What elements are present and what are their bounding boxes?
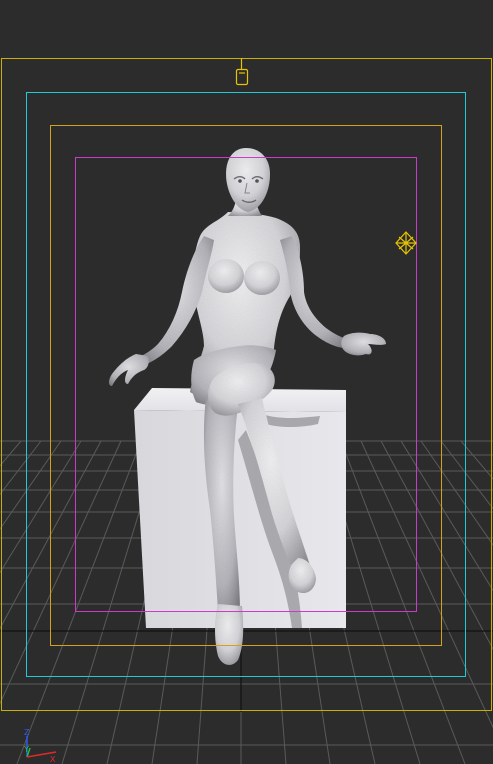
z-axis-label: Z xyxy=(24,728,30,737)
axis-tripod: Z Y X xyxy=(23,728,57,764)
y-axis-label: Y xyxy=(23,745,29,754)
light-gizmo-icon[interactable] xyxy=(395,231,417,255)
viewport-canvas[interactable]: Z Y X xyxy=(0,0,493,764)
camera-target-icon[interactable] xyxy=(235,58,249,86)
3d-viewport[interactable]: Z Y X xyxy=(0,0,493,764)
x-axis-label: X xyxy=(50,755,56,764)
